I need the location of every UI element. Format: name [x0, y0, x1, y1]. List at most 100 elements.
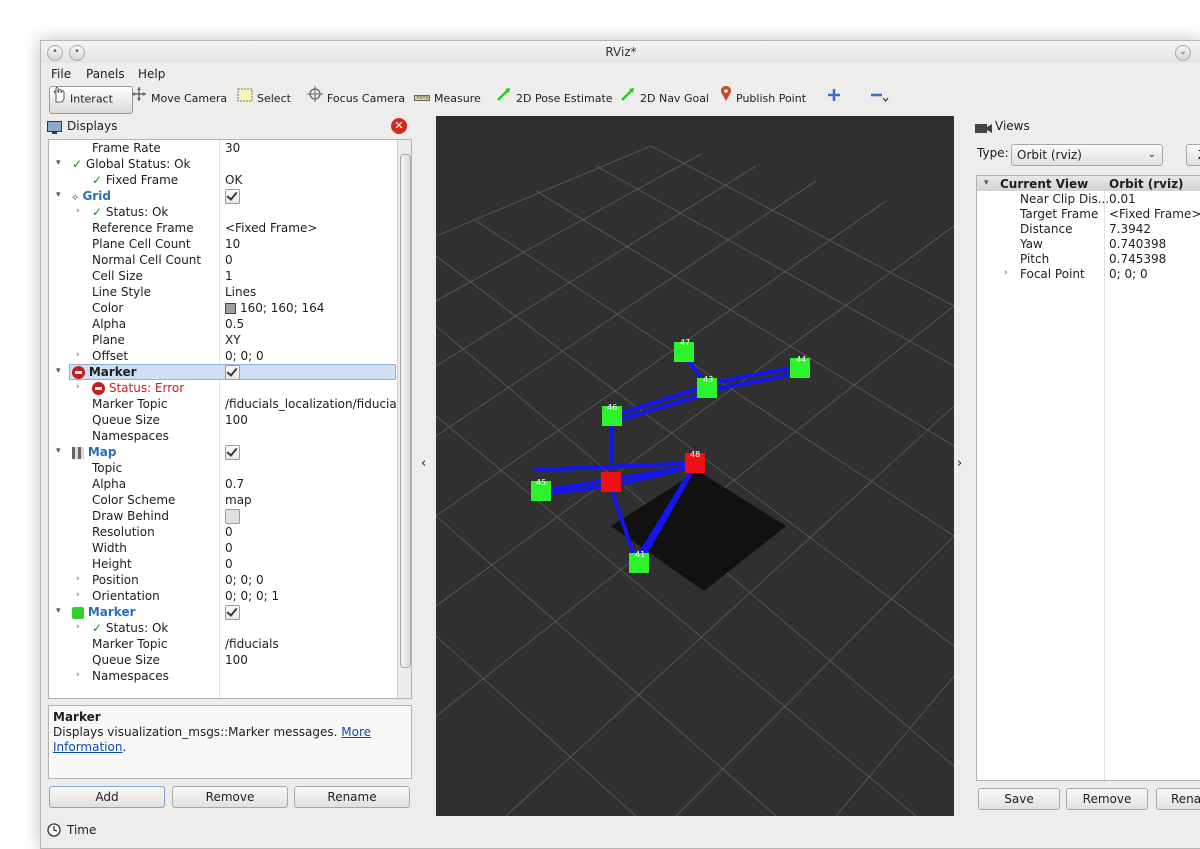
current-view-label[interactable]: Current View: [1000, 176, 1088, 192]
2d-nav-goal-tool-button[interactable]: 2D Nav Goal: [618, 86, 713, 112]
view-type-select[interactable]: Orbit (rviz) ⌄: [1011, 144, 1163, 166]
tree-item-marker-error[interactable]: Marker: [72, 364, 137, 380]
marker-enabled-checkbox[interactable]: [225, 364, 240, 380]
tree-value-marker2-topic[interactable]: /fiducials: [225, 636, 279, 652]
collapsed-arrow-icon[interactable]: ›: [1004, 268, 1008, 278]
more-info-link[interactable]: Information: [53, 740, 122, 754]
tree-item-queue-size[interactable]: Queue Size: [92, 412, 160, 428]
expand-arrow-icon[interactable]: ▾: [56, 158, 61, 168]
tree-item-alpha[interactable]: Alpha: [92, 316, 126, 332]
view-item-focal-point[interactable]: Focal Point: [1020, 266, 1085, 282]
view-item-distance[interactable]: Distance: [1020, 221, 1072, 237]
tree-item-grid-status[interactable]: ✓ Status: Ok: [92, 204, 168, 220]
tree-item-fixed-frame[interactable]: ✓ Fixed Frame: [92, 172, 178, 188]
tree-item-plane-cell-count[interactable]: Plane Cell Count: [92, 236, 191, 252]
marker2-enabled-checkbox[interactable]: [225, 604, 240, 620]
tree-item-position[interactable]: Position: [92, 572, 139, 588]
view-value-target-frame[interactable]: <Fixed Frame>: [1109, 206, 1200, 222]
rename-display-button[interactable]: Rename: [294, 786, 410, 808]
collapsed-arrow-icon[interactable]: ›: [76, 350, 80, 360]
tree-item-marker-status-error[interactable]: Status: Error: [92, 380, 184, 396]
add-tool-button[interactable]: [825, 86, 849, 112]
expand-arrow-icon[interactable]: ▾: [56, 446, 61, 456]
tree-item-width[interactable]: Width: [92, 540, 127, 556]
tree-item-marker-topic[interactable]: Marker Topic: [92, 396, 167, 412]
view-value-focal-point[interactable]: 0; 0; 0: [1109, 266, 1148, 282]
tree-item-color[interactable]: Color: [92, 300, 123, 316]
view-value-yaw[interactable]: 0.740398: [1109, 236, 1166, 252]
collapsed-arrow-icon[interactable]: ›: [76, 670, 80, 680]
tree-item-grid[interactable]: ⟡ Grid: [72, 188, 111, 204]
tree-item-map[interactable]: Map: [72, 444, 116, 460]
view-item-pitch[interactable]: Pitch: [1020, 251, 1049, 267]
remove-tool-button[interactable]: [868, 86, 898, 112]
views-tree[interactable]: ▾ Current View Orbit (rviz) Near Clip Di…: [976, 175, 1200, 781]
remove-view-button[interactable]: Remove: [1066, 788, 1148, 810]
interact-tool-button[interactable]: Interact: [49, 86, 133, 114]
tree-value-marker2-queue[interactable]: 100: [225, 652, 248, 668]
tree-value-plane-cell-count[interactable]: 10: [225, 236, 240, 252]
rename-view-button[interactable]: Rena: [1156, 788, 1200, 810]
tree-item-marker2-topic[interactable]: Marker Topic: [92, 636, 167, 652]
collapsed-arrow-icon[interactable]: ›: [76, 574, 80, 584]
grid-enabled-checkbox[interactable]: [225, 188, 240, 204]
add-display-button[interactable]: Add: [49, 786, 165, 808]
tree-item-frame-rate[interactable]: Frame Rate: [92, 140, 161, 156]
collapse-left-icon[interactable]: ‹: [421, 456, 426, 471]
collapsed-arrow-icon[interactable]: ›: [76, 382, 80, 392]
tree-value-cell-size[interactable]: 1: [225, 268, 233, 284]
save-view-button[interactable]: Save: [978, 788, 1060, 810]
tree-item-plane[interactable]: Plane: [92, 332, 125, 348]
draw-behind-checkbox[interactable]: [225, 508, 240, 524]
3d-render-view[interactable]: 47 44 43 46 48 45 41: [436, 116, 954, 816]
window-pin-icon[interactable]: •: [69, 45, 85, 61]
view-value-near-clip[interactable]: 0.01: [1109, 191, 1136, 207]
tree-value-queue-size[interactable]: 100: [225, 412, 248, 428]
expand-arrow-icon[interactable]: ▾: [56, 366, 61, 376]
tree-value-reference-frame[interactable]: <Fixed Frame>: [225, 220, 317, 236]
tree-item-marker-ok[interactable]: Marker: [72, 604, 136, 620]
window-menu-icon[interactable]: •: [47, 45, 63, 61]
tree-item-color-scheme[interactable]: Color Scheme: [92, 492, 175, 508]
tree-value-color[interactable]: 160; 160; 164: [225, 300, 324, 316]
menu-help[interactable]: Help: [138, 67, 165, 81]
view-value-pitch[interactable]: 0.745398: [1109, 251, 1166, 267]
tree-value-plane[interactable]: XY: [225, 332, 241, 348]
minimize-icon[interactable]: ⌄: [1175, 45, 1191, 61]
tree-value-offset[interactable]: 0; 0; 0: [225, 348, 264, 364]
menu-panels[interactable]: Panels: [86, 67, 125, 81]
tree-item-resolution[interactable]: Resolution: [92, 524, 155, 540]
collapsed-arrow-icon[interactable]: ›: [76, 590, 80, 600]
collapsed-arrow-icon[interactable]: ›: [76, 622, 80, 632]
tree-item-marker2-queue[interactable]: Queue Size: [92, 652, 160, 668]
tree-value-line-style[interactable]: Lines: [225, 284, 256, 300]
view-item-target-frame[interactable]: Target Frame: [1020, 206, 1098, 222]
tree-item-line-style[interactable]: Line Style: [92, 284, 151, 300]
tree-item-global-status[interactable]: ✓ Global Status: Ok: [72, 156, 190, 172]
remove-display-button[interactable]: Remove: [172, 786, 288, 808]
zero-view-button[interactable]: Z: [1186, 144, 1200, 166]
tree-item-draw-behind[interactable]: Draw Behind: [92, 508, 169, 524]
expand-arrow-icon[interactable]: ▾: [56, 606, 61, 616]
collapse-right-icon[interactable]: ›: [957, 456, 962, 471]
tree-item-normal-cell-count[interactable]: Normal Cell Count: [92, 252, 201, 268]
map-enabled-checkbox[interactable]: [225, 444, 240, 460]
view-value-distance[interactable]: 7.3942: [1109, 221, 1151, 237]
measure-tool-button[interactable]: Measure: [412, 86, 485, 112]
more-info-link[interactable]: More: [341, 725, 371, 739]
tree-value-frame-rate[interactable]: 30: [225, 140, 240, 156]
tree-item-marker2-namespaces[interactable]: Namespaces: [92, 668, 169, 684]
tree-item-orientation[interactable]: Orientation: [92, 588, 160, 604]
expand-arrow-icon[interactable]: ▾: [984, 178, 989, 188]
tree-item-map-alpha[interactable]: Alpha: [92, 476, 126, 492]
tree-item-marker2-status[interactable]: ✓ Status: Ok: [92, 620, 168, 636]
select-tool-button[interactable]: Select: [235, 86, 295, 112]
tree-item-height[interactable]: Height: [92, 556, 132, 572]
menu-file[interactable]: File: [51, 67, 71, 81]
collapsed-arrow-icon[interactable]: ›: [76, 206, 80, 216]
tree-item-cell-size[interactable]: Cell Size: [92, 268, 143, 284]
tree-value-marker-topic[interactable]: /fiducials_localization/fiducials: [225, 396, 406, 412]
displays-tree[interactable]: Frame Rate 30 ▾ ✓ Global Status: Ok ✓ Fi…: [48, 139, 412, 699]
tree-value-map-alpha[interactable]: 0.7: [225, 476, 244, 492]
tree-value-alpha[interactable]: 0.5: [225, 316, 244, 332]
